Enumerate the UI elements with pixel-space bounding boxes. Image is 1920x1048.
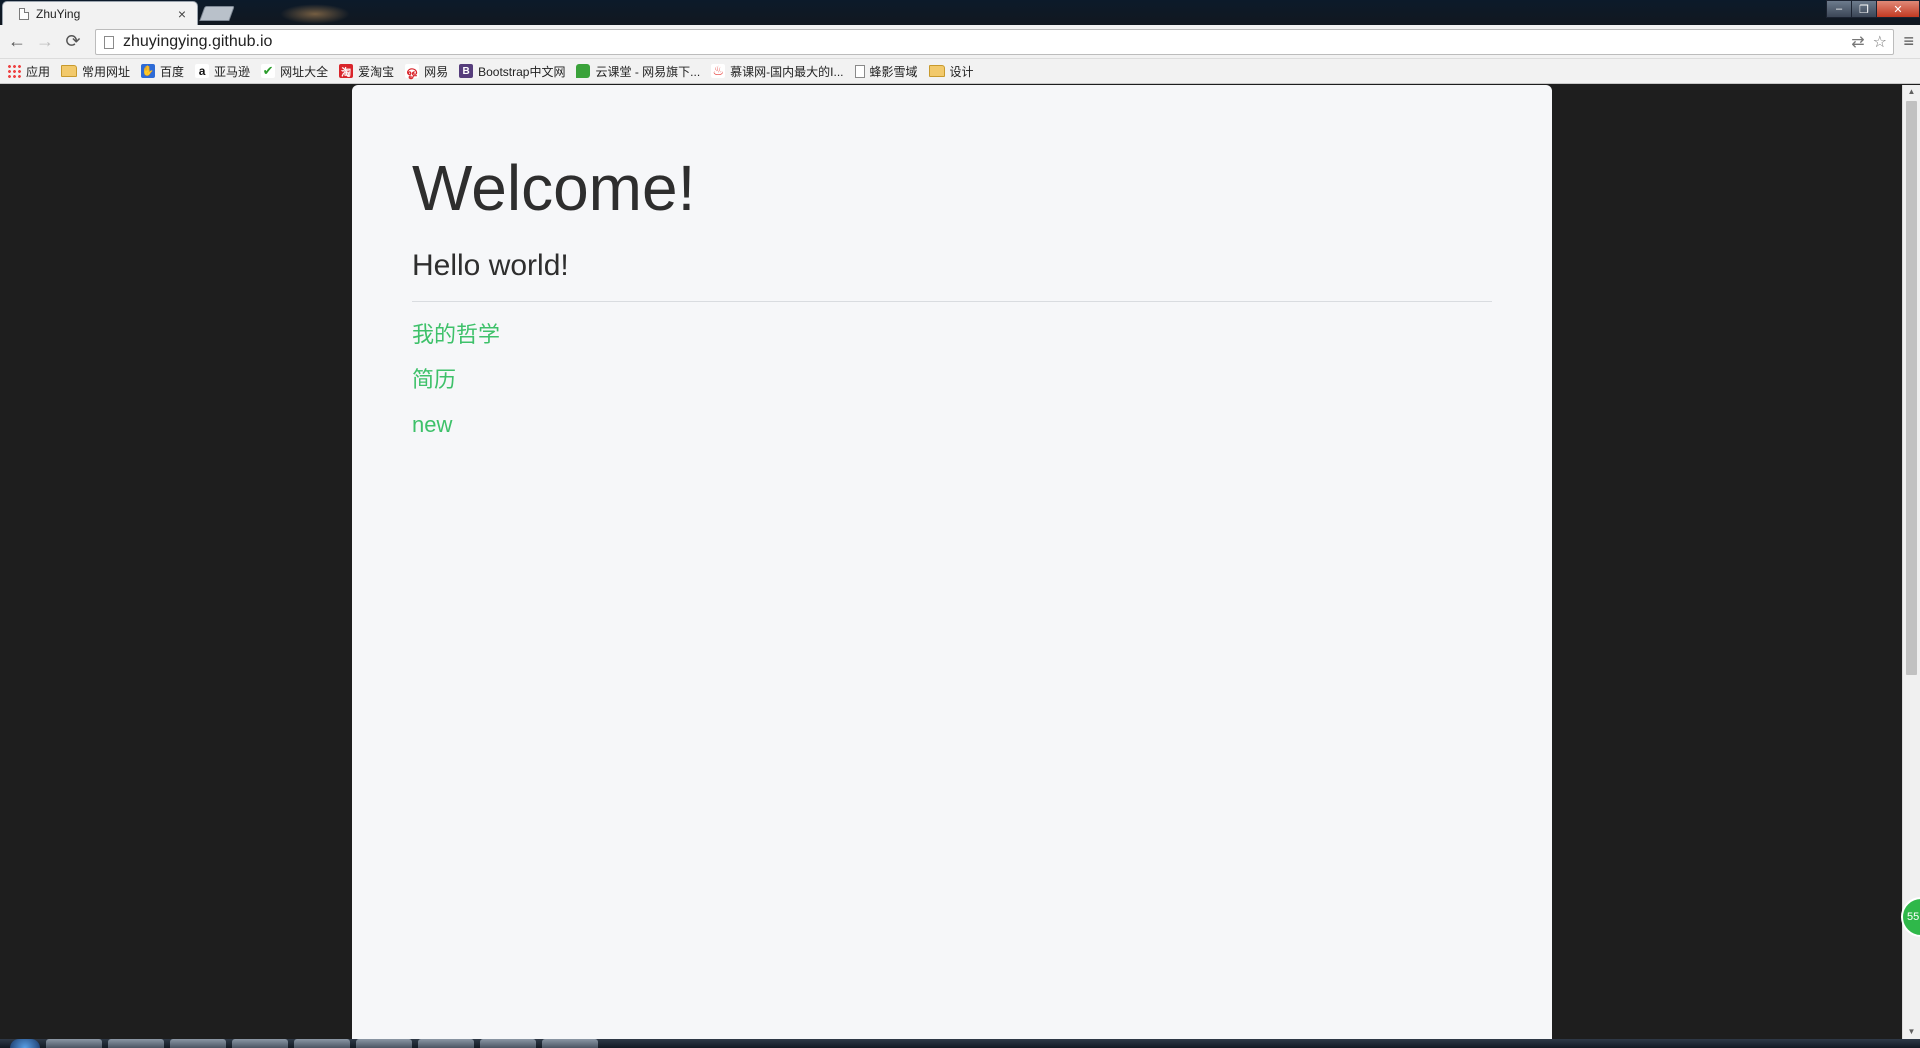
restore-button[interactable]: ❐ (1851, 0, 1877, 18)
taskbar-item[interactable] (480, 1039, 536, 1048)
new-tab-button[interactable] (199, 6, 235, 21)
nav-links: 我的哲学 简历 new (412, 320, 1492, 440)
bookmark-label: Bootstrap中文网 (478, 64, 566, 79)
page-subtitle: Hello world! (412, 248, 569, 282)
taskbar-item[interactable] (542, 1039, 598, 1048)
tab-zhuying[interactable]: ZhuYing × (2, 1, 198, 25)
taskbar-item[interactable] (108, 1039, 164, 1048)
list-item: 我的哲学 (412, 320, 1492, 350)
bookmark-label: 云课堂 - 网易旗下... (595, 64, 701, 79)
bookmark-imooc[interactable]: ♨ 慕课网-国内最大的I... (711, 63, 844, 80)
bookmarks-bar: 应用 常用网址 ✋ 百度 a 亚马逊 ✔ 网址大全 淘 爱淘宝 ஓ 网易 B B… (0, 59, 1920, 84)
main-content: Welcome! Hello world! 我的哲学 简历 new (352, 85, 1552, 440)
list-item: new (412, 410, 1492, 440)
link-philosophy[interactable]: 我的哲学 (412, 322, 500, 347)
url-text[interactable]: zhuyingying.github.io (123, 33, 1843, 51)
taskbar-item[interactable] (418, 1039, 474, 1048)
taskbar-item[interactable] (294, 1039, 350, 1048)
aitaobao-icon: 淘 (339, 64, 354, 79)
reload-button[interactable]: ⟳ (59, 28, 87, 56)
page-icon (854, 64, 865, 78)
yunketang-icon (576, 64, 591, 78)
page-icon (104, 35, 114, 49)
apps-icon (7, 64, 21, 78)
taskbar-item[interactable] (232, 1039, 288, 1048)
page-title: Welcome! (412, 152, 696, 224)
taskbar-item[interactable] (170, 1039, 226, 1048)
translate-icon[interactable]: ⇄ (1851, 32, 1864, 52)
bookmark-label: 亚马逊 (214, 64, 251, 79)
bookmark-label: 爱淘宝 (358, 64, 395, 79)
address-bar[interactable]: zhuyingying.github.io ⇄ ☆ (95, 29, 1894, 55)
bookmark-label: 慕课网-国内最大的I... (730, 64, 844, 79)
tab-close-icon[interactable]: × (175, 7, 189, 21)
forward-button[interactable]: → (31, 28, 59, 56)
browser-toolbar: ← → ⟳ zhuyingying.github.io ⇄ ☆ ≡ (0, 25, 1920, 59)
page-viewport: Welcome! Hello world! 我的哲学 简历 new (0, 85, 1902, 1039)
folder-icon (928, 65, 945, 77)
link-resume[interactable]: 简历 (412, 367, 456, 392)
vertical-scrollbar[interactable]: ▲ ▼ (1902, 85, 1920, 1039)
bookmark-netease[interactable]: ஓ 网易 (405, 63, 448, 80)
taskbar-item[interactable] (46, 1039, 102, 1048)
bookmark-yunketang[interactable]: 云课堂 - 网易旗下... (576, 63, 700, 80)
check-icon: ✔ (261, 63, 276, 78)
content-card: Welcome! Hello world! 我的哲学 简历 new (352, 85, 1552, 1039)
list-item: 简历 (412, 365, 1492, 395)
bookmark-folder-common[interactable]: 常用网址 (61, 63, 130, 80)
folder-icon (61, 65, 78, 77)
bookmark-baidu[interactable]: ✋ 百度 (141, 63, 184, 80)
page-icon (19, 7, 29, 20)
netease-icon: ஓ (405, 62, 420, 78)
os-taskbar (0, 1039, 1920, 1048)
bookmark-label: 常用网址 (82, 64, 131, 79)
scroll-thumb[interactable] (1906, 101, 1917, 675)
bookmark-label: 蜂影雪域 (869, 64, 918, 79)
bookmark-hao123[interactable]: ✔ 网址大全 (261, 63, 328, 80)
link-new[interactable]: new (412, 412, 452, 437)
taskbar-item[interactable] (356, 1039, 412, 1048)
bookmark-label: 设计 (949, 64, 974, 79)
chrome-menu-icon[interactable]: ≡ (1903, 31, 1914, 52)
bookmark-folder-design[interactable]: 设计 (928, 63, 974, 80)
start-button[interactable] (10, 1039, 40, 1048)
bookmark-star-icon[interactable]: ☆ (1873, 32, 1887, 52)
minimize-button[interactable]: – (1826, 0, 1852, 18)
bookmark-label: 网易 (424, 64, 449, 79)
bookmark-amazon[interactable]: a 亚马逊 (195, 63, 250, 80)
bookmark-fengying[interactable]: 蜂影雪域 (854, 63, 918, 80)
profile-thumbnail (280, 4, 350, 24)
bookmark-label: 网址大全 (280, 64, 329, 79)
bookmark-aitaobao[interactable]: 淘 爱淘宝 (339, 63, 394, 80)
amazon-icon: a (195, 64, 210, 78)
bookmark-label: 应用 (26, 64, 51, 79)
baidu-icon: ✋ (141, 64, 156, 78)
tab-strip: ZhuYing × – ❐ ✕ (0, 0, 1920, 25)
fire-icon: ♨ (711, 63, 726, 78)
close-window-button[interactable]: ✕ (1876, 0, 1920, 18)
tab-title: ZhuYing (36, 6, 81, 21)
scroll-up-icon[interactable]: ▲ (1903, 85, 1920, 99)
bookmark-bootstrap[interactable]: B Bootstrap中文网 (459, 63, 565, 80)
bootstrap-icon: B (459, 64, 474, 78)
back-button[interactable]: ← (3, 28, 31, 56)
omnibox-actions: ⇄ ☆ (1843, 32, 1893, 52)
bookmark-apps[interactable]: 应用 (7, 63, 50, 80)
window-controls: – ❐ ✕ (1826, 0, 1920, 20)
bookmark-label: 百度 (160, 64, 185, 79)
divider (412, 300, 1492, 302)
scroll-down-icon[interactable]: ▼ (1903, 1025, 1920, 1039)
